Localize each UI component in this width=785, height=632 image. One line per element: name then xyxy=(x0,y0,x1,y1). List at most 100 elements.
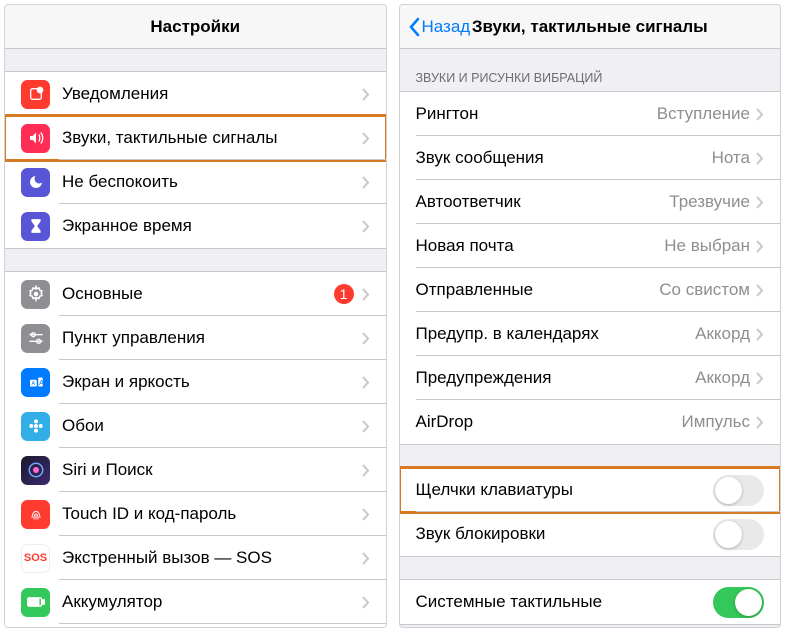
chevron-right-icon xyxy=(756,372,764,385)
chevron-right-icon xyxy=(362,420,370,433)
row-label: Siri и Поиск xyxy=(62,460,362,480)
row-display[interactable]: AA Экран и яркость xyxy=(5,360,386,404)
gear-icon xyxy=(21,280,50,309)
row-lock-sound[interactable]: Звук блокировки xyxy=(400,512,781,556)
row-label: Звук блокировки xyxy=(416,524,714,544)
row-siri[interactable]: Siri и Поиск xyxy=(5,448,386,492)
row-dnd[interactable]: Не беспокоить xyxy=(5,160,386,204)
row-label: Звуки, тактильные сигналы xyxy=(62,128,362,148)
row-detail: Аккорд xyxy=(695,368,750,388)
row-label: Отправленные xyxy=(416,280,660,300)
row-wallpaper[interactable]: Обои xyxy=(5,404,386,448)
hourglass-icon xyxy=(21,212,50,241)
chevron-right-icon xyxy=(756,196,764,209)
sliders-icon xyxy=(21,324,50,353)
sounds-icon xyxy=(21,124,50,153)
chevron-right-icon xyxy=(756,416,764,429)
sos-icon: SOS xyxy=(21,544,50,573)
row-sound-option[interactable]: АвтоответчикТрезвучие xyxy=(400,180,781,224)
row-touchid[interactable]: Touch ID и код-пароль xyxy=(5,492,386,536)
chevron-right-icon xyxy=(362,176,370,189)
row-sos[interactable]: SOS Экстренный вызов — SOS xyxy=(5,536,386,580)
row-label: Новая почта xyxy=(416,236,665,256)
toggle-switch[interactable] xyxy=(713,587,764,618)
row-detail: Импульс xyxy=(681,412,750,432)
chevron-right-icon xyxy=(362,552,370,565)
badge: 1 xyxy=(334,284,354,304)
row-detail: Трезвучие xyxy=(669,192,750,212)
chevron-right-icon xyxy=(756,328,764,341)
chevron-right-icon xyxy=(362,332,370,345)
battery-icon xyxy=(21,588,50,617)
row-label: Аккумулятор xyxy=(62,592,362,612)
row-detail: Вступление xyxy=(657,104,750,124)
row-general[interactable]: Основные 1 xyxy=(5,272,386,316)
row-label: Touch ID и код-пароль xyxy=(62,504,362,524)
row-label: Экран и яркость xyxy=(62,372,362,392)
row-label: Автоответчик xyxy=(416,192,670,212)
chevron-right-icon xyxy=(756,152,764,165)
svg-text:A: A xyxy=(39,378,44,387)
row-label: Звук сообщения xyxy=(416,148,712,168)
row-sound-option[interactable]: РингтонВступление xyxy=(400,92,781,136)
svg-text:A: A xyxy=(31,381,35,387)
chevron-left-icon xyxy=(408,17,420,37)
row-sound-option[interactable]: Звук сообщенияНота xyxy=(400,136,781,180)
row-notifications[interactable]: Уведомления xyxy=(5,72,386,116)
display-icon: AA xyxy=(21,368,50,397)
nav-bar: Настройки xyxy=(5,5,386,49)
row-label: Уведомления xyxy=(62,84,362,104)
group-header: ЗВУКИ И РИСУНКИ ВИБРАЦИЙ xyxy=(400,71,781,91)
sounds-screen: Назад Звуки, тактильные сигналы ЗВУКИ И … xyxy=(399,4,782,628)
row-label: Экранное время xyxy=(62,216,362,236)
row-label: Пункт управления xyxy=(62,328,362,348)
chevron-right-icon xyxy=(362,508,370,521)
toggle-switch[interactable] xyxy=(713,475,764,506)
settings-screen: Настройки Уведомления Звуки, тактильные … xyxy=(4,4,387,628)
nav-bar: Назад Звуки, тактильные сигналы xyxy=(400,5,781,49)
row-label: Рингтон xyxy=(416,104,657,124)
chevron-right-icon xyxy=(756,284,764,297)
row-detail: Аккорд xyxy=(695,324,750,344)
row-detail: Со свистом xyxy=(659,280,750,300)
notifications-icon xyxy=(21,80,50,109)
page-title: Звуки, тактильные сигналы xyxy=(472,17,708,37)
back-label: Назад xyxy=(422,17,471,37)
row-label: Щелчки клавиатуры xyxy=(416,480,714,500)
row-control-center[interactable]: Пункт управления xyxy=(5,316,386,360)
row-sounds[interactable]: Звуки, тактильные сигналы xyxy=(5,116,386,160)
chevron-right-icon xyxy=(362,132,370,145)
page-title: Настройки xyxy=(150,17,240,37)
row-system-haptics[interactable]: Системные тактильные xyxy=(400,580,781,624)
row-sound-option[interactable]: Предупр. в календаряхАккорд xyxy=(400,312,781,356)
row-keyboard-clicks[interactable]: Щелчки клавиатуры xyxy=(400,468,781,512)
sounds-list[interactable]: ЗВУКИ И РИСУНКИ ВИБРАЦИЙ РингтонВступлен… xyxy=(400,49,781,627)
toggle-switch[interactable] xyxy=(713,519,764,550)
row-label: Основные xyxy=(62,284,334,304)
chevron-right-icon xyxy=(362,376,370,389)
row-label: Обои xyxy=(62,416,362,436)
row-privacy[interactable]: Конфиденциальность xyxy=(5,624,386,627)
chevron-right-icon xyxy=(362,288,370,301)
chevron-right-icon xyxy=(756,240,764,253)
flower-icon xyxy=(21,412,50,441)
row-label: Системные тактильные xyxy=(416,592,714,612)
row-sound-option[interactable]: Новая почтаНе выбран xyxy=(400,224,781,268)
back-button[interactable]: Назад xyxy=(408,17,471,37)
chevron-right-icon xyxy=(756,108,764,121)
row-label: Не беспокоить xyxy=(62,172,362,192)
row-label: Предупреждения xyxy=(416,368,696,388)
moon-icon xyxy=(21,168,50,197)
chevron-right-icon xyxy=(362,596,370,609)
group-footer: Воспроизводите тактильные сигналы при уп… xyxy=(400,625,781,627)
row-battery[interactable]: Аккумулятор xyxy=(5,580,386,624)
row-sound-option[interactable]: ОтправленныеСо свистом xyxy=(400,268,781,312)
row-detail: Не выбран xyxy=(664,236,750,256)
row-screentime[interactable]: Экранное время xyxy=(5,204,386,248)
row-sound-option[interactable]: ПредупрежденияАккорд xyxy=(400,356,781,400)
row-detail: Нота xyxy=(712,148,750,168)
settings-list[interactable]: Уведомления Звуки, тактильные сигналы Не… xyxy=(5,49,386,627)
row-label: Предупр. в календарях xyxy=(416,324,696,344)
chevron-right-icon xyxy=(362,88,370,101)
row-sound-option[interactable]: AirDropИмпульс xyxy=(400,400,781,444)
